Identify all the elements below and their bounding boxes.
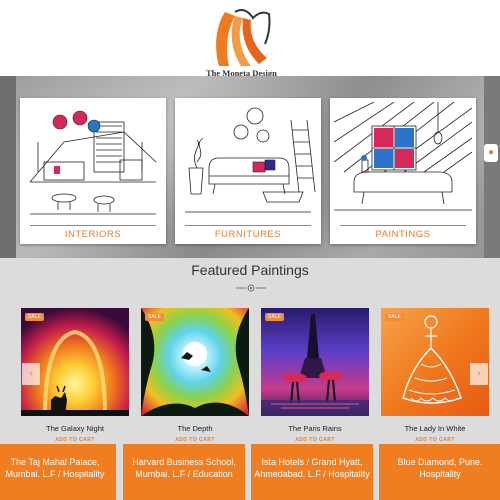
side-toggle-button[interactable]: ●: [484, 144, 498, 162]
carousel-next-button[interactable]: ›: [470, 363, 488, 385]
chevron-left-icon: ‹: [29, 368, 33, 379]
add-to-cart-button[interactable]: ADD TO CART: [141, 437, 249, 443]
chevron-right-icon: ›: [477, 368, 481, 379]
product-name[interactable]: The Paris Rains: [261, 424, 369, 433]
carousel-prev-button[interactable]: ‹: [22, 363, 40, 385]
product-name[interactable]: The Depth: [141, 424, 249, 433]
furnitures-sketch: [185, 107, 316, 213]
add-to-cart-button[interactable]: ADD TO CART: [381, 437, 489, 443]
add-to-cart-button[interactable]: ADD TO CART: [21, 437, 129, 443]
featured-paintings-section: Featured Paintings SALE The Galaxy Night…: [0, 258, 500, 500]
banner-edge-left: [0, 76, 16, 258]
project-tile[interactable]: The Taj Mahal Palace, Mumbai. L.F / Hosp…: [0, 444, 116, 500]
sale-badge: SALE: [265, 313, 284, 321]
moneta-logo[interactable]: [205, 4, 277, 76]
sale-badge: SALE: [385, 313, 404, 321]
product-name[interactable]: The Lady In White: [381, 424, 489, 433]
category-label-paintings[interactable]: PAINTINGS: [330, 229, 476, 240]
product-image[interactable]: [21, 308, 129, 416]
ornament-divider-icon: [236, 284, 266, 292]
category-label-interiors[interactable]: INTERIORS: [20, 229, 166, 240]
project-tile[interactable]: Ista Hotels / Grand Hyatt, Ahmedabad. L.…: [251, 444, 373, 500]
card-divider: [185, 225, 311, 226]
section-title: Featured Paintings: [191, 262, 309, 278]
product-image[interactable]: [261, 308, 369, 416]
product-image[interactable]: [381, 308, 489, 416]
product-name[interactable]: The Galaxy Night: [21, 424, 129, 433]
category-card-interiors[interactable]: INTERIORS: [20, 98, 166, 244]
add-to-cart-button[interactable]: ADD TO CART: [261, 437, 369, 443]
paintings-sketch: [334, 102, 472, 211]
project-tile[interactable]: Harvard Business School, Mumbai. L.F / E…: [123, 444, 245, 500]
sale-badge: SALE: [145, 313, 164, 321]
card-divider: [30, 225, 156, 226]
banner-edge-right: [484, 76, 500, 258]
sale-badge: SALE: [25, 313, 44, 321]
card-divider: [340, 225, 466, 226]
category-card-furnitures[interactable]: FURNITURES: [175, 98, 321, 244]
category-card-paintings[interactable]: PAINTINGS: [330, 98, 476, 244]
product-image[interactable]: [141, 308, 249, 416]
interiors-sketch: [29, 110, 157, 215]
project-tile[interactable]: Blue Diamond, Pune. Hospitality: [379, 444, 500, 500]
category-banner: ● INTERIORS FURNITURES PAINTINGS: [0, 76, 500, 258]
site-header: The Moneta Design: [0, 0, 500, 78]
category-label-furnitures[interactable]: FURNITURES: [175, 229, 321, 240]
